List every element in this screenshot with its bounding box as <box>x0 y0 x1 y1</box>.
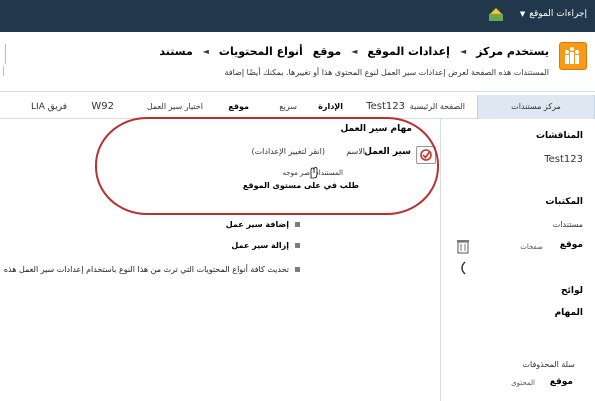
add-workflow-label[interactable]: إضافة سير عمل <box>226 220 289 229</box>
tab-select-workflow[interactable]: اختيار سير العمل <box>147 95 203 119</box>
bullet-icon <box>295 267 300 272</box>
update-content-types-label[interactable]: تحديث كافة أنواع المحتويات التي ترث من ه… <box>4 265 289 274</box>
top-navigation: مركز مستندات الصفحة الرئيسية Test123 الإ… <box>0 95 595 119</box>
breadcrumb-item[interactable]: يستخدم مركز <box>476 45 549 58</box>
page-description: المستندات هذه الصفحة لعرض إعدادات سير ال… <box>224 68 549 77</box>
breadcrumb: يستخدم مركز ◄ إعدادات الموقع ◄ موقع أنوا… <box>159 45 549 58</box>
tab-quick[interactable]: سريع <box>279 95 297 119</box>
breadcrumb-separator-icon: ◄ <box>459 47 467 56</box>
quick-launch: المناقشات Test123 المكتبات مستندات موقع … <box>440 119 595 401</box>
bullet-icon <box>295 243 300 248</box>
highlight-circle <box>95 117 439 215</box>
quick-launch-heading[interactable]: المهام <box>555 308 583 318</box>
update-content-types-link[interactable]: تحديث كافة أنواع المحتويات التي ترث من ه… <box>4 265 300 275</box>
breadcrumb-separator-icon: ◄ <box>202 47 209 56</box>
content-icon <box>461 261 466 275</box>
remove-workflow-link[interactable]: إزالة سير عمل <box>231 241 300 251</box>
divider <box>0 66 4 76</box>
tab-lia-team[interactable]: فريق LIA <box>31 95 67 119</box>
quick-launch-item[interactable]: المحتوى <box>511 379 535 387</box>
quick-launch-heading[interactable]: المناقشات <box>536 131 583 141</box>
tab-test123[interactable]: Test123 <box>366 95 405 119</box>
top-bar: إجراءات الموقع ▼ <box>0 0 595 32</box>
site-logo-icon <box>559 42 587 70</box>
tab-management[interactable]: الإدارة <box>318 95 343 119</box>
hand-cursor-icon <box>310 167 318 179</box>
quick-launch-item[interactable]: مستندات <box>553 220 583 229</box>
bullet-icon <box>295 222 300 227</box>
quick-launch-heading[interactable]: موقع <box>560 240 583 250</box>
quick-launch-heading[interactable]: لوائح <box>561 286 583 296</box>
breadcrumb-item[interactable]: إعدادات الموقع <box>367 45 450 58</box>
breadcrumb-item[interactable]: أنواع المحتويات <box>219 45 303 58</box>
breadcrumb-item[interactable]: موقع <box>313 45 341 58</box>
tab-w92[interactable]: W92 <box>91 95 114 119</box>
quick-launch-heading[interactable]: المكتبات <box>545 197 583 207</box>
recycle-bin-icon[interactable] <box>456 238 470 254</box>
site-actions-menu[interactable]: إجراءات الموقع ▼ <box>520 9 587 19</box>
divider <box>0 44 6 64</box>
breadcrumb-item[interactable]: مستند <box>159 45 192 58</box>
tab-site[interactable]: موقع <box>228 95 249 119</box>
navigate-up-icon[interactable] <box>488 8 504 22</box>
site-actions-label[interactable]: إجراءات الموقع <box>529 9 587 19</box>
add-workflow-link[interactable]: إضافة سير عمل <box>226 220 300 230</box>
quick-launch-heading[interactable]: موقع <box>550 377 573 387</box>
title-area: يستخدم مركز ◄ إعدادات الموقع ◄ موقع أنوا… <box>0 32 595 92</box>
chevron-down-icon[interactable]: ▼ <box>520 10 525 18</box>
breadcrumb-separator-icon: ◄ <box>351 47 358 56</box>
tab-document-center[interactable]: مركز مستندات <box>477 95 595 119</box>
quick-launch-item[interactable]: صفحات <box>520 243 543 251</box>
tab-home[interactable]: الصفحة الرئيسية <box>410 95 465 119</box>
quick-launch-item[interactable]: Test123 <box>544 154 583 165</box>
recycle-bin-link[interactable]: سلة المحذوفات <box>523 360 576 369</box>
remove-workflow-label[interactable]: إزالة سير عمل <box>231 241 289 250</box>
